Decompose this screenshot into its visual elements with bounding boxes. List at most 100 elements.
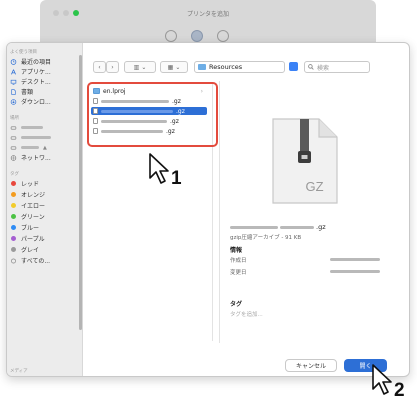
tags-input[interactable]: タグを追加... [230, 310, 263, 318]
path-label: Resources [209, 63, 243, 71]
path-chevron-button[interactable] [289, 62, 298, 71]
yellow-tag-dot-icon [11, 203, 16, 208]
highlight-box [87, 82, 218, 147]
preview-filename: .gz [230, 223, 326, 231]
step-number-1: 1 [171, 168, 182, 189]
search-icon [308, 64, 314, 70]
sidebar-item-label: ダウンロ... [21, 99, 51, 106]
default-printer-icon[interactable] [165, 30, 177, 42]
sidebar-item-drive[interactable] [10, 123, 78, 132]
preview-extension: .gz [316, 223, 326, 231]
document-icon [11, 88, 16, 95]
toolbar: ‹ › ▥ ⌄ ▦ ⌄ Resources 検索 [87, 61, 407, 75]
sidebar-tag-gray[interactable]: グレイ [10, 245, 78, 254]
redacted-date [330, 258, 380, 261]
orange-tag-dot-icon [11, 192, 16, 197]
redacted-date [330, 270, 380, 273]
sidebar-section-media: メディア [10, 369, 28, 374]
sidebar-section-favorites: よく使う項目 [10, 50, 37, 55]
red-tag-dot-icon [11, 181, 16, 186]
open-file-dialog: よく使う項目 最近の項目 アプリケ... デスクト... 書類 ダウンロ... … [6, 42, 410, 377]
sidebar-item-applications[interactable]: アプリケ... [10, 67, 78, 76]
sidebar-item-label: イエロー [21, 203, 45, 210]
sidebar-tag-all[interactable]: すべての... [10, 256, 78, 265]
pointer-cursor-icon [372, 364, 392, 395]
redacted-drive-name [21, 146, 39, 149]
sidebar-item-label: ブルー [21, 225, 40, 232]
sidebar: よく使う項目 最近の項目 アプリケ... デスクト... 書類 ダウンロ... … [7, 43, 83, 376]
drive-icon [10, 136, 17, 139]
sidebar-item-label: レッド [21, 181, 40, 188]
sidebar-tag-red[interactable]: レッド [10, 179, 78, 188]
search-placeholder: 検索 [317, 64, 330, 72]
group-button[interactable]: ▦ ⌄ [160, 61, 188, 73]
all-tags-icon [11, 258, 16, 263]
sidebar-item-recents[interactable]: 最近の項目 [10, 57, 78, 66]
tags-heading: タグ [230, 301, 243, 308]
gray-tag-dot-icon [11, 247, 16, 252]
modified-row: 変更日 [230, 268, 400, 276]
sidebar-tag-green[interactable]: グリーン [10, 212, 78, 221]
sidebar-item-label: グリーン [21, 214, 45, 221]
sidebar-item-desktop[interactable]: デスクト... [10, 77, 78, 86]
green-tag-dot-icon [11, 214, 16, 219]
sidebar-scrollbar[interactable] [79, 55, 82, 330]
preview-kind: gzip圧縮アーカイブ - 91 KB [230, 235, 302, 241]
eject-icon[interactable]: ▲ [43, 145, 47, 151]
redacted-drive-name [21, 126, 43, 129]
blue-tag-dot-icon [11, 225, 16, 230]
sidebar-section-tags: タグ [10, 172, 19, 177]
windows-printer-icon[interactable] [217, 30, 229, 42]
drive-icon [10, 146, 17, 149]
window-title: プリンタを追加 [186, 11, 229, 18]
view-mode-button[interactable]: ▥ ⌄ [124, 61, 156, 73]
printer-type-icons [165, 30, 229, 42]
preview-pane: GZ .gz gzip圧縮アーカイブ - 91 KB 情報 作成日 変更日 タグ… [219, 81, 409, 343]
desktop-icon [10, 79, 17, 85]
sidebar-item-documents[interactable]: 書類 [10, 87, 78, 96]
sidebar-tag-purple[interactable]: パープル [10, 234, 78, 243]
download-icon [10, 98, 17, 105]
folder-icon [198, 64, 206, 70]
network-icon [10, 154, 17, 161]
sidebar-item-label: 最近の項目 [21, 59, 52, 66]
path-popup[interactable]: Resources [194, 61, 285, 73]
chevron-down-icon: ⌄ [141, 63, 147, 71]
sidebar-item-drive[interactable] [10, 133, 78, 142]
step-number-2: 2 [394, 380, 405, 401]
ip-printer-icon[interactable] [191, 30, 203, 42]
sidebar-item-label: ネットワ... [21, 155, 51, 162]
sidebar-tag-blue[interactable]: ブルー [10, 223, 78, 232]
sidebar-item-label: パープル [21, 236, 45, 243]
purple-tag-dot-icon [11, 236, 16, 241]
cancel-button[interactable]: キャンセル [285, 359, 337, 372]
redacted-name [280, 225, 314, 229]
columns-view-icon: ▥ [133, 63, 140, 71]
sidebar-item-drive[interactable]: ▲ [10, 143, 78, 152]
search-field[interactable]: 検索 [304, 61, 370, 73]
sidebar-tag-yellow[interactable]: イエロー [10, 201, 78, 210]
sidebar-section-locations: 場所 [10, 116, 19, 121]
sidebar-item-label: すべての... [21, 258, 51, 265]
sidebar-item-label: オレンジ [21, 192, 46, 199]
sidebar-item-label: アプリケ... [21, 69, 51, 76]
sidebar-item-label: 書類 [21, 89, 34, 96]
sidebar-item-downloads[interactable]: ダウンロ... [10, 97, 78, 106]
redacted-drive-name [21, 136, 51, 139]
pointer-cursor-icon [149, 153, 169, 184]
chevron-down-icon: ⌄ [175, 63, 181, 71]
modified-label: 変更日 [230, 270, 247, 276]
redacted-name [230, 225, 278, 229]
archive-type-label: GZ [305, 179, 324, 194]
clock-icon [10, 58, 17, 65]
created-row: 作成日 [230, 256, 400, 264]
created-label: 作成日 [230, 258, 247, 264]
sidebar-item-label: グレイ [21, 247, 40, 254]
forward-button[interactable]: › [106, 61, 119, 73]
info-heading: 情報 [230, 247, 243, 254]
sidebar-item-network[interactable]: ネットワ... [10, 153, 78, 162]
back-button[interactable]: ‹ [93, 61, 106, 73]
group-icon: ▦ [167, 63, 174, 71]
sidebar-item-label: デスクト... [21, 79, 51, 86]
sidebar-tag-orange[interactable]: オレンジ [10, 190, 78, 199]
